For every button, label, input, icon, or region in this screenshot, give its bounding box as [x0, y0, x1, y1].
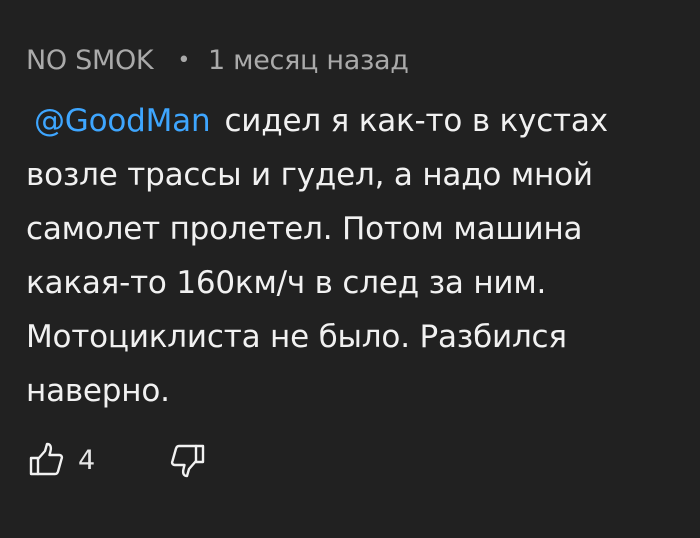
- comment-text: сидел я как-то в кустах возле трассы и г…: [26, 103, 608, 409]
- mention-link[interactable]: @GoodMan: [34, 103, 211, 139]
- comment: NO SMOK • 1 месяц назад @GoodMan сидел я …: [26, 38, 686, 418]
- thumbs-up-icon: [29, 442, 64, 476]
- comment-timestamp[interactable]: 1 месяц назад: [208, 45, 409, 76]
- separator-dot: •: [177, 47, 191, 73]
- comment-header: NO SMOK • 1 месяц назад: [26, 38, 686, 82]
- comment-body: @GoodMan сидел я как-то в кустах возле тр…: [26, 94, 676, 418]
- dislike-button[interactable]: [168, 440, 208, 480]
- like-count: 4: [78, 444, 96, 476]
- author-name[interactable]: NO SMOK: [26, 45, 154, 76]
- thumbs-down-icon: [170, 444, 205, 478]
- like-button[interactable]: [26, 440, 66, 480]
- comment-actions: 4: [26, 440, 208, 480]
